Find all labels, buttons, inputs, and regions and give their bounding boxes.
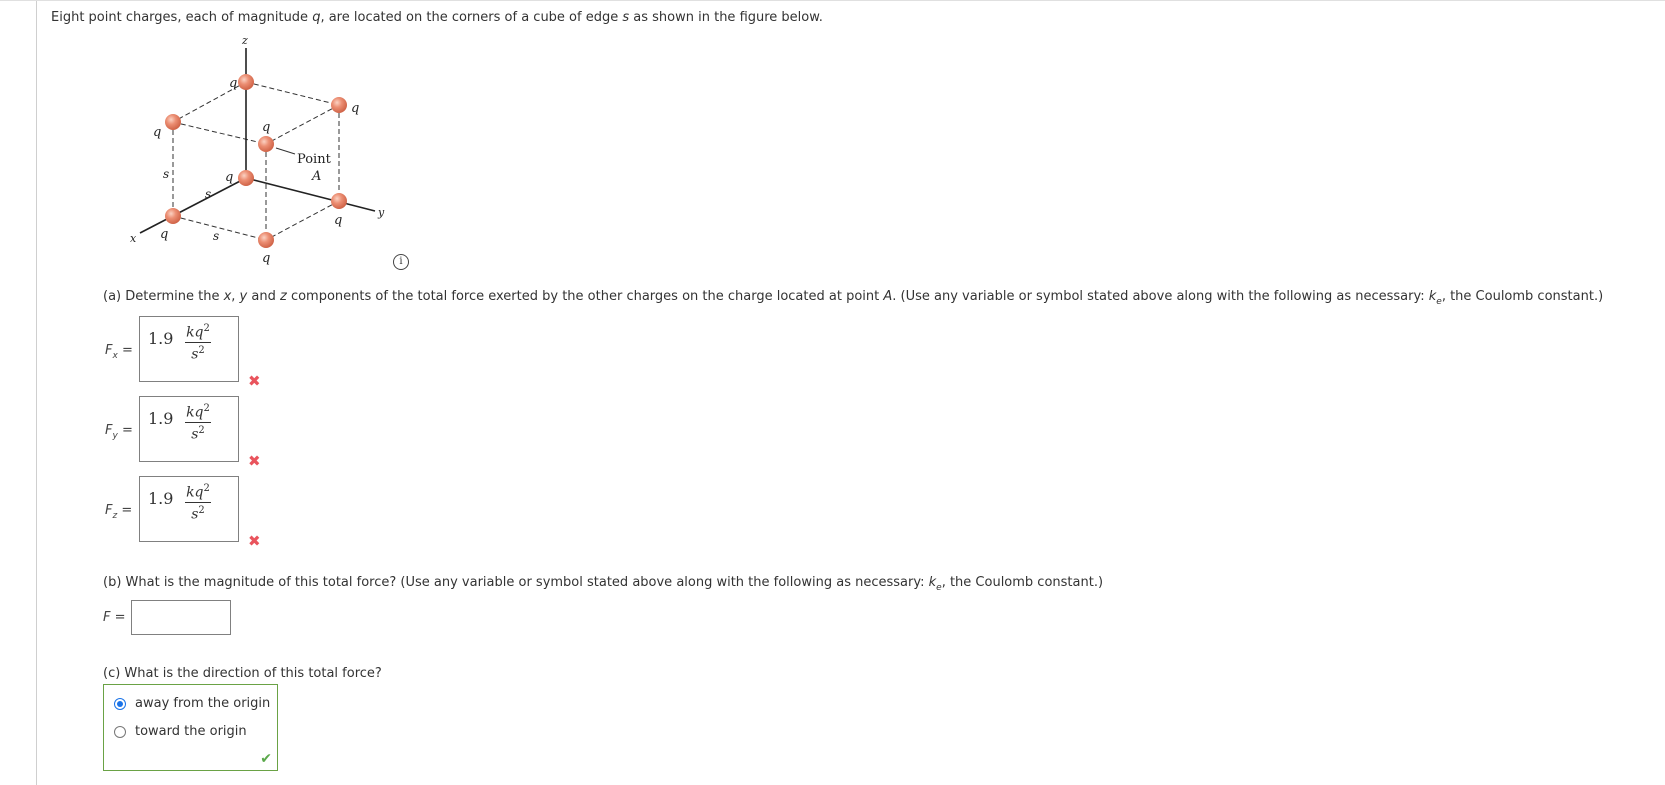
fraction-denominator: s2 [185,505,211,523]
z-axis-label: z [241,34,248,47]
denominator-exponent: 2 [198,344,205,356]
prompt-text: and [247,289,280,304]
answer-coefficient: 1.9 [148,409,174,428]
correct-check-icon: ✔ [260,751,272,767]
prompt-text: , the Coulomb constant.) [1441,289,1604,304]
numerator-exponent: 2 [203,483,210,494]
fraction-denominator: s2 [185,345,211,363]
option-label: toward the origin [135,724,247,739]
label-eq: = [117,343,133,358]
denominator-exponent: 2 [198,504,205,516]
fx-label: Fx = [105,343,133,361]
x-axis [139,177,247,234]
prompt-text: (b) What is the magnitude of this total … [103,575,929,590]
fx-answer-field[interactable]: 1.9 kq2 s2 [139,316,239,382]
numerator-text: kq [186,484,204,501]
answer-fraction: kq2 s2 [185,403,211,442]
fz-label: Fz = [105,503,132,521]
numerator-text: kq [186,404,204,421]
answer-fraction: kq2 s2 [185,483,211,522]
charge-label: q [262,120,270,135]
charge-label: q [229,76,237,91]
label-eq: = [117,503,133,518]
prompt-text: (a) Determine the [103,289,224,304]
charge-label: q [262,251,270,266]
charge-label: q [334,213,342,228]
x-axis-label: x [130,232,137,245]
option-toward-origin[interactable]: toward the origin [114,724,247,739]
answer-coefficient: 1.9 [148,489,174,508]
charge-sphere [331,193,347,209]
charge-sphere [238,74,254,90]
fraction-numerator: kq2 [185,403,211,423]
f-magnitude-field[interactable] [131,600,231,635]
charge-label: q [351,101,359,116]
charge-label: q [153,125,161,140]
charge-sphere [331,97,347,113]
part-c-prompt: (c) What is the direction of this total … [103,666,382,681]
top-divider [0,0,1665,1]
option-away-from-origin[interactable]: away from the origin [114,696,270,711]
incorrect-icon: ✖ [248,372,261,390]
prompt-text: . (Use any variable or symbol stated abo… [892,289,1429,304]
fraction-denominator: s2 [185,425,211,443]
fy-label: Fy = [105,423,133,441]
part-b-prompt: (b) What is the magnitude of this total … [103,575,1103,593]
prompt-text: components of the total force exerted by… [286,289,884,304]
numerator-exponent: 2 [203,403,210,414]
f-label: F = [103,610,126,625]
left-divider [36,1,37,785]
problem-intro: Eight point charges, each of magnitude q… [51,10,823,25]
radio-selected[interactable] [114,697,126,710]
info-icon[interactable]: i [393,254,409,270]
fz-answer-field[interactable]: 1.9 kq2 s2 [139,476,239,542]
charge-sphere [165,208,181,224]
numerator-exponent: 2 [203,323,210,334]
charge-sphere-point-a [258,136,274,152]
incorrect-icon: ✖ [248,532,261,550]
intro-text: , are located on the corners of a cube o… [320,10,623,25]
fy-answer-field[interactable]: 1.9 kq2 s2 [139,396,239,462]
charge-label: q [160,227,168,242]
fraction-numerator: kq2 [185,483,211,503]
edge-label: s [163,167,169,181]
intro-text: Eight point charges, each of magnitude [51,10,313,25]
intro-text: as shown in the figure below. [629,10,823,25]
radio-unselected[interactable] [114,725,126,738]
prompt-text: , [231,289,240,304]
option-label: away from the origin [135,696,271,711]
cube-charges-figure: z y x q q q q q q q q s s s Point A [130,34,385,266]
answer-coefficient: 1.9 [148,329,174,348]
edge-label: s [213,229,219,243]
prompt-text: , the Coulomb constant.) [941,575,1104,590]
answer-fraction: kq2 s2 [185,323,211,362]
numerator-text: kq [186,324,204,341]
charge-label: q [225,170,233,185]
var-z: z [279,289,287,304]
point-a-letter: A [311,169,321,184]
direction-choice-group: away from the origin toward the origin ✔ [103,684,278,771]
var-A: A [883,289,893,304]
y-axis-label: y [377,206,385,219]
denominator-exponent: 2 [198,424,205,436]
point-a-leader [275,147,296,155]
label-eq: = [117,423,133,438]
var-k: k [928,575,937,590]
charge-sphere [165,114,181,130]
part-a-prompt: (a) Determine the x, y and z components … [103,289,1603,307]
y-axis [245,177,376,212]
incorrect-icon: ✖ [248,452,261,470]
charge-sphere [238,170,254,186]
charge-sphere [258,232,274,248]
label-eq: = [110,610,126,625]
point-a-label: Point [297,152,332,167]
edge-label: s [205,187,211,201]
fraction-numerator: kq2 [185,323,211,343]
